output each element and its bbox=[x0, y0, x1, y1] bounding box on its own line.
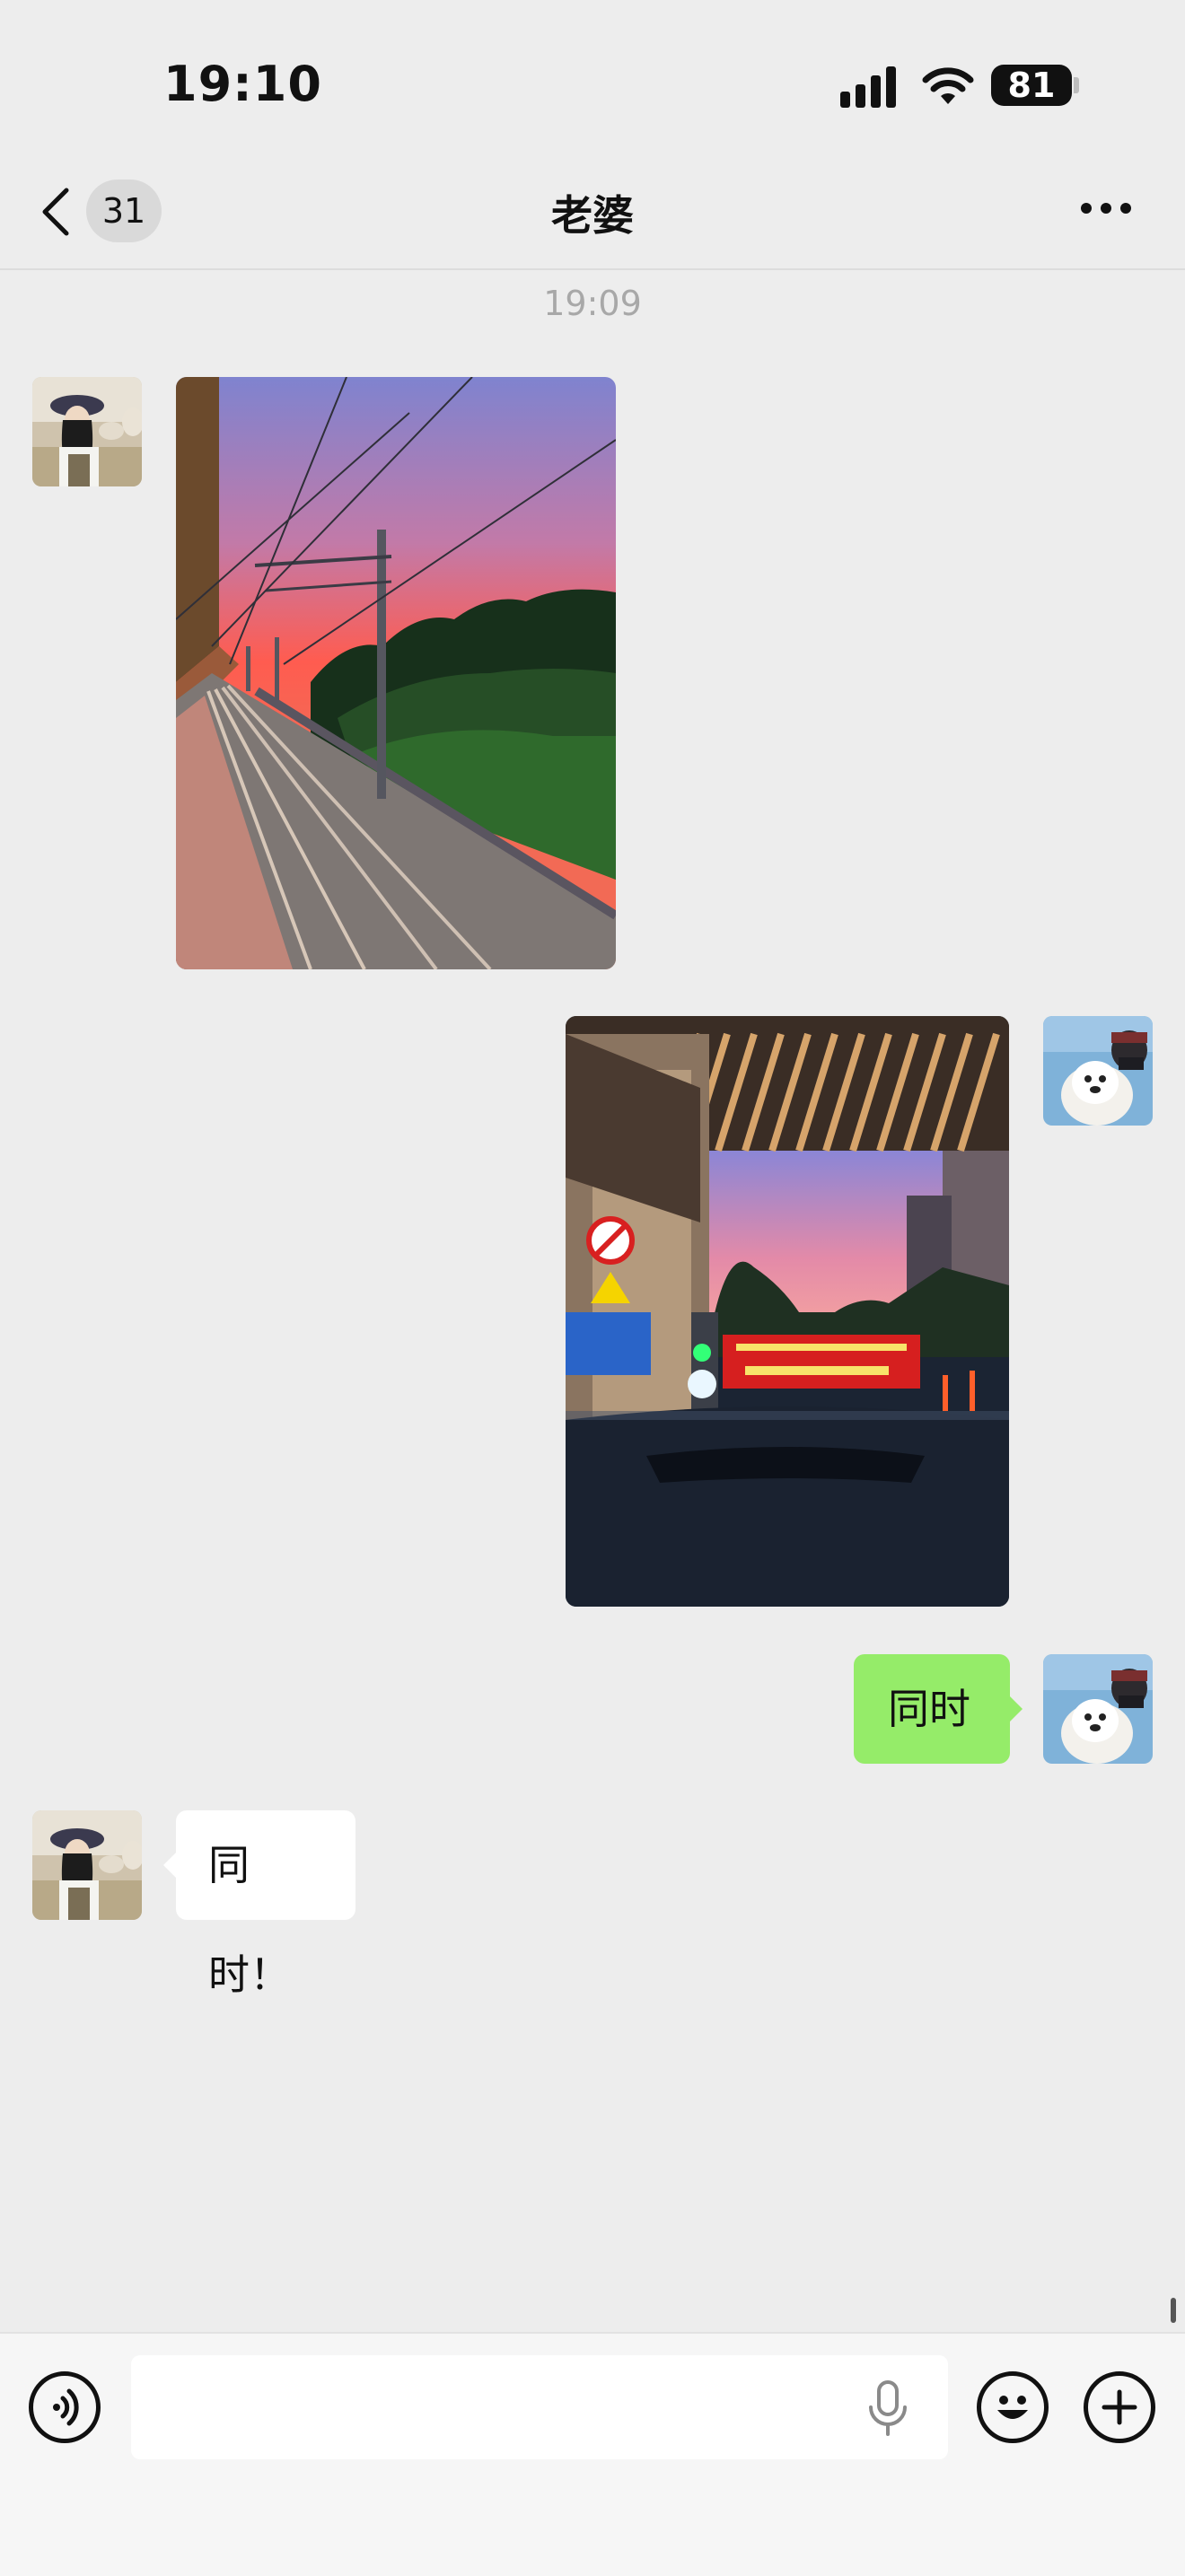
emoji-icon[interactable] bbox=[977, 2371, 1049, 2443]
railway-sunset-photo[interactable] bbox=[176, 377, 616, 969]
voice-mode-icon[interactable] bbox=[29, 2371, 101, 2443]
user-avatar[interactable] bbox=[1043, 1016, 1153, 1126]
microphone-icon[interactable] bbox=[865, 2379, 910, 2441]
wifi-icon bbox=[921, 65, 975, 108]
message-timestamp: 19:09 bbox=[543, 284, 642, 323]
chat-title: 老婆 bbox=[551, 191, 634, 240]
battery-cap bbox=[1074, 77, 1079, 93]
car-parking-gate-sunset-photo[interactable] bbox=[566, 1016, 1009, 1607]
status-time: 19:10 bbox=[163, 56, 322, 112]
message-input[interactable] bbox=[131, 2355, 948, 2459]
more-horizontal-icon[interactable] bbox=[1081, 203, 1135, 217]
contact-avatar[interactable] bbox=[32, 377, 142, 486]
incoming-text-message[interactable]: 同时！ bbox=[163, 1810, 356, 1999]
signal-icon bbox=[840, 66, 900, 108]
outgoing-text-message[interactable]: 同时 bbox=[854, 1654, 1023, 1764]
nav-divider bbox=[0, 268, 1185, 270]
battery-icon: 81 bbox=[991, 65, 1072, 106]
contact-avatar[interactable] bbox=[32, 1810, 142, 1920]
user-avatar[interactable] bbox=[1043, 1654, 1153, 1764]
scroll-indicator[interactable] bbox=[1171, 2298, 1176, 2323]
plus-icon[interactable] bbox=[1084, 2371, 1155, 2443]
